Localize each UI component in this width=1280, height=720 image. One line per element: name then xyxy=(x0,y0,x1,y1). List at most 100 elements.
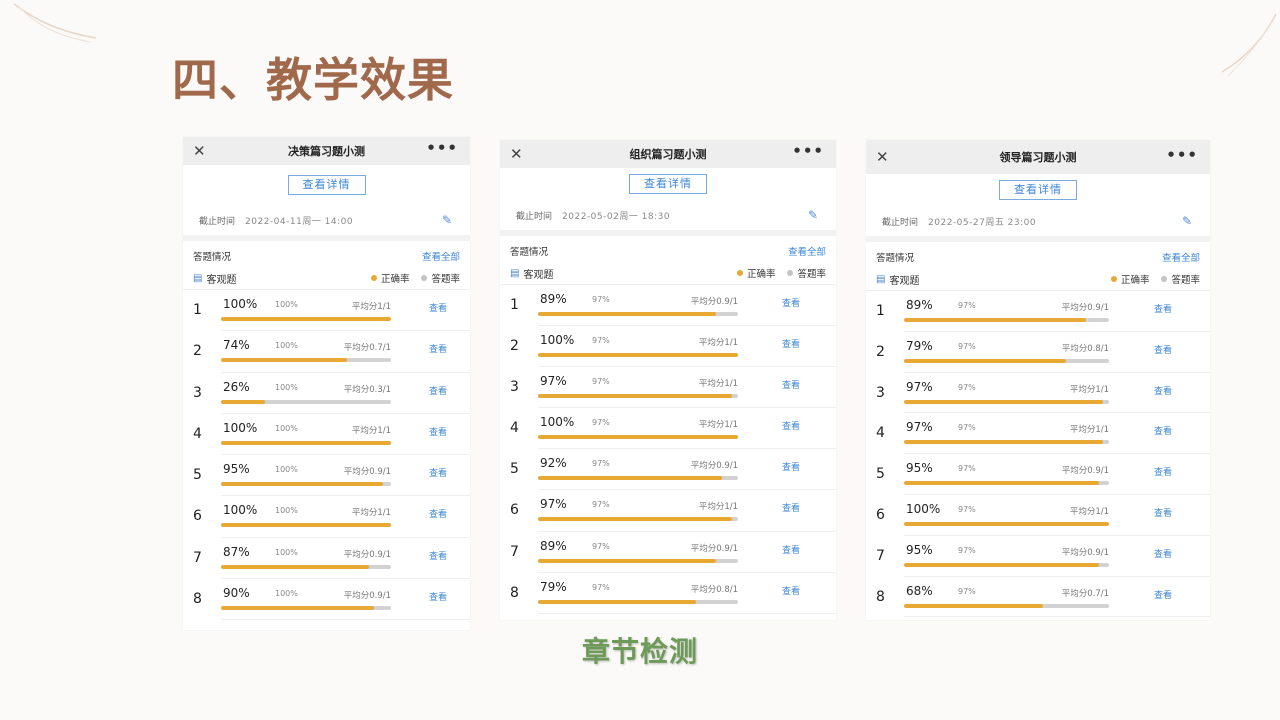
edit-icon[interactable]: ✎ xyxy=(808,208,818,222)
average-score: 平均分1/1 xyxy=(698,420,738,431)
answer-rate: 97% xyxy=(592,582,610,592)
view-link[interactable]: 查看 xyxy=(1154,506,1172,519)
view-link[interactable]: 查看 xyxy=(782,378,800,391)
question-row: 3 97% 97% 平均分1/1 查看 xyxy=(876,373,1210,414)
rate-bar-fill xyxy=(904,521,1109,526)
average-score: 平均分0.9/1 xyxy=(690,297,738,307)
document-icon: ▤ xyxy=(876,273,886,285)
detail-area: 查看详情 xyxy=(183,165,470,205)
question-row: 7 87% 100% 平均分0.9/1 查看 xyxy=(193,538,470,580)
question-number: 1 xyxy=(876,303,885,319)
document-icon: ▤ xyxy=(510,267,520,279)
answer-rate: 100% xyxy=(275,589,298,599)
close-icon[interactable]: ✕ xyxy=(876,148,889,166)
average-score: 平均分0.8/1 xyxy=(690,584,738,595)
answer-rate: 100% xyxy=(275,382,298,392)
rate-bar-fill xyxy=(904,358,1066,363)
question-row: 7 89% 97% 平均分0.9/1 查看 xyxy=(510,532,836,573)
correct-rate: 26% xyxy=(223,379,250,394)
view-link[interactable]: 查看 xyxy=(782,584,800,597)
deadline-row: 截止时间 2022-04-11周一 14:00 ✎ xyxy=(183,205,470,235)
average-score: 平均分0.7/1 xyxy=(1061,588,1109,599)
view-link[interactable]: 查看 xyxy=(782,460,800,473)
view-link[interactable]: 查看 xyxy=(429,590,447,603)
rate-bar-fill xyxy=(221,606,374,611)
deadline-row: 截止时间 2022-05-27周五 23:00 ✎ xyxy=(866,206,1210,236)
correct-rate: 100% xyxy=(223,420,258,435)
question-number: 5 xyxy=(876,466,885,483)
question-list: 1 100% 100% 平均分1/1 查看 2 74% 100% 平均分0.7/1 查看 3 26% 1… xyxy=(183,290,470,621)
more-icon[interactable]: ••• xyxy=(426,139,458,157)
view-link[interactable]: 查看 xyxy=(1154,302,1172,315)
panel-title: 组织篇习题小测 xyxy=(629,148,707,161)
average-score: 平均分0.9/1 xyxy=(343,591,391,602)
correct-rate: 100% xyxy=(540,415,575,430)
answer-rate: 97% xyxy=(958,341,976,351)
deadline-value: 2022-05-02周一 18:30 xyxy=(562,211,671,222)
edit-icon[interactable]: ✎ xyxy=(442,213,452,227)
view-link[interactable]: 查看 xyxy=(1154,465,1172,478)
view-link[interactable]: 查看 xyxy=(1154,588,1172,601)
correct-rate: 89% xyxy=(540,538,567,553)
question-row: 8 90% 100% 平均分0.9/1 查看 xyxy=(193,579,470,621)
correct-rate: 100% xyxy=(223,297,258,311)
question-row: 6 100% 100% 平均分1/1 查看 xyxy=(193,496,470,538)
view-link[interactable]: 查看 xyxy=(782,501,800,514)
correct-dot-icon xyxy=(736,270,743,276)
rate-bar xyxy=(538,312,738,316)
view-link[interactable]: 查看 xyxy=(782,296,800,309)
average-score: 平均分0.9/1 xyxy=(1061,466,1109,477)
close-icon[interactable]: ✕ xyxy=(510,145,523,163)
view-link[interactable]: 查看 xyxy=(429,466,447,479)
view-link[interactable]: 查看 xyxy=(782,419,800,432)
question-list: 1 89% 97% 平均分0.9/1 查看 2 79% 97% 平均分0.8/1 查看 3 97% 97… xyxy=(866,291,1210,618)
view-link[interactable]: 查看 xyxy=(429,507,447,520)
question-number: 6 xyxy=(510,502,519,519)
view-link[interactable]: 查看 xyxy=(1154,384,1172,397)
average-score: 平均分1/1 xyxy=(351,302,391,312)
view-link[interactable]: 查看 xyxy=(429,342,447,355)
average-score: 平均分0.8/1 xyxy=(1061,343,1109,354)
correct-rate: 89% xyxy=(906,298,933,312)
quiz-panel-organization: ✕ 组织篇习题小测 ••• 查看详情 截止时间 2022-05-02周一 18:… xyxy=(500,140,836,620)
view-link[interactable]: 查看 xyxy=(782,337,800,350)
view-link[interactable]: 查看 xyxy=(429,384,447,397)
rate-bar xyxy=(904,318,1109,322)
answer-rate: 97% xyxy=(592,418,610,428)
average-score: 平均分0.9/1 xyxy=(1061,547,1109,558)
question-row: 4 100% 97% 平均分1/1 查看 xyxy=(510,408,836,450)
view-detail-button[interactable]: 查看详情 xyxy=(999,180,1077,200)
legend-row: ▤ 客观题 正确率 答题率 xyxy=(500,262,836,285)
divider xyxy=(866,236,1210,242)
question-number: 3 xyxy=(510,379,519,396)
question-list: 1 89% 97% 平均分0.9/1 查看 2 100% 97% 平均分1/1 查看 3 97% 97%… xyxy=(500,285,836,614)
document-icon: ▤ xyxy=(193,272,203,284)
view-link[interactable]: 查看 xyxy=(429,301,447,314)
close-icon[interactable]: ✕ xyxy=(193,142,206,160)
view-link[interactable]: 查看 xyxy=(429,425,447,438)
more-icon[interactable]: ••• xyxy=(1166,146,1198,164)
view-all-link[interactable]: 查看全部 xyxy=(422,249,460,263)
deadline-value: 2022-05-27周五 23:00 xyxy=(928,217,1037,228)
view-detail-button[interactable]: 查看详情 xyxy=(287,175,366,195)
view-link[interactable]: 查看 xyxy=(1154,424,1172,437)
edit-icon[interactable]: ✎ xyxy=(1182,214,1192,228)
rate-bar-fill xyxy=(221,440,391,445)
view-all-link[interactable]: 查看全部 xyxy=(788,244,826,258)
view-link[interactable]: 查看 xyxy=(429,549,447,562)
view-all-link[interactable]: 查看全部 xyxy=(1162,250,1200,264)
panel-title: 领导篇习题小测 xyxy=(999,151,1077,164)
rate-bar-fill xyxy=(538,476,722,481)
rate-bar xyxy=(221,317,391,321)
correct-rate: 92% xyxy=(540,456,567,471)
view-link[interactable]: 查看 xyxy=(782,543,800,556)
view-link[interactable]: 查看 xyxy=(1154,343,1172,356)
view-detail-button[interactable]: 查看详情 xyxy=(629,174,707,194)
question-row: 2 74% 100% 平均分0.7/1 查看 xyxy=(193,331,470,373)
answer-rate: 97% xyxy=(958,464,976,474)
panel-header: ✕ 领导篇习题小测 ••• xyxy=(866,140,1210,174)
more-icon[interactable]: ••• xyxy=(792,142,824,160)
view-link[interactable]: 查看 xyxy=(1154,547,1172,560)
answer-rate: 97% xyxy=(592,377,610,387)
rate-bar xyxy=(904,440,1109,445)
